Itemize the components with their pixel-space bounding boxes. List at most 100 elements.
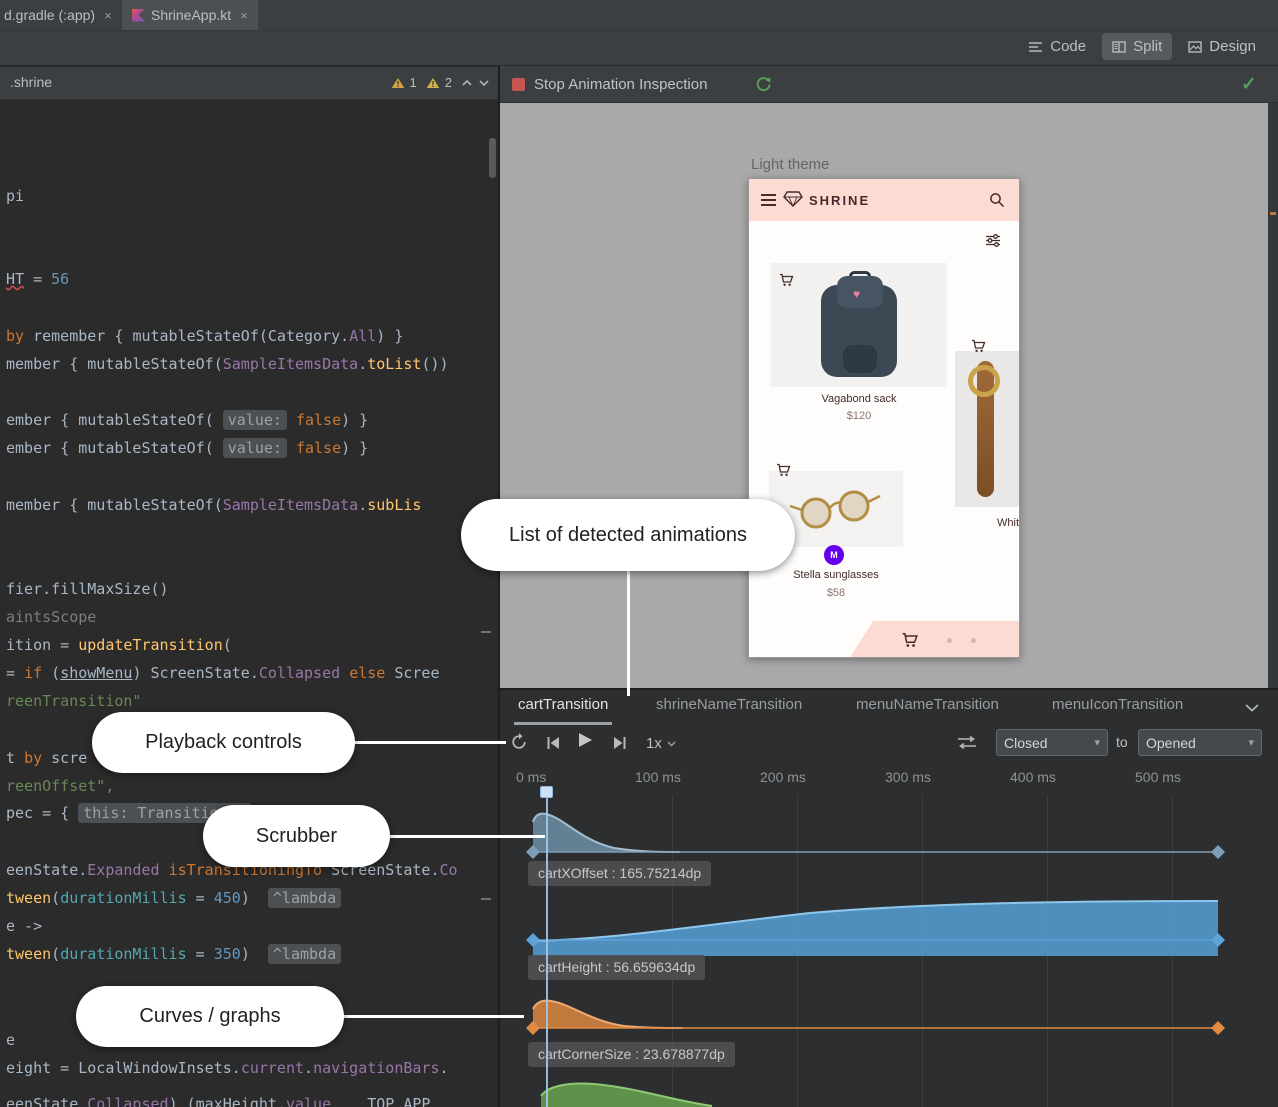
sunglasses-illustration xyxy=(784,486,888,532)
from-state-select[interactable]: Closed ▾ xyxy=(996,729,1108,756)
code-token: ) ( xyxy=(169,1095,196,1107)
split-view-button[interactable]: Split xyxy=(1102,33,1172,60)
add-to-cart-icon xyxy=(971,339,986,353)
code-token: ( xyxy=(214,355,223,373)
refresh-icon[interactable] xyxy=(755,76,772,93)
chevron-up-icon[interactable] xyxy=(461,79,473,87)
code-line: = if (showMenu) ScreenState.Collapsed el… xyxy=(6,663,440,683)
fold-mark xyxy=(481,631,491,633)
scrubber-handle[interactable] xyxy=(540,786,553,798)
code-view-button[interactable]: Code xyxy=(1018,33,1096,60)
code-token: tween xyxy=(6,889,51,907)
callout-detected-animations: List of detected animations xyxy=(461,499,795,571)
code-token: TOP APP xyxy=(331,1095,430,1107)
product-image-vagabond-sack xyxy=(771,263,947,387)
code-token: subLis xyxy=(367,496,421,514)
callout-connector xyxy=(389,835,545,838)
code-token: tween xyxy=(6,945,51,963)
code-token: value xyxy=(286,1095,331,1107)
code-token: . xyxy=(232,1059,241,1077)
callout-scrubber: Scrubber xyxy=(203,805,390,867)
mode-label: Code xyxy=(1050,38,1086,55)
chevron-down-icon[interactable] xyxy=(478,79,490,87)
editor-scrollbar[interactable] xyxy=(489,138,496,178)
cart-bottom-sheet[interactable] xyxy=(849,621,1020,658)
code-token: mutableStateOf xyxy=(132,327,258,345)
breadcrumb[interactable]: .shrine xyxy=(10,74,52,90)
stop-icon[interactable] xyxy=(512,78,525,91)
code-token: e -> xyxy=(6,917,42,935)
ruler-label: 200 ms xyxy=(760,769,806,785)
curve-partial xyxy=(500,1078,1278,1107)
curve-value-label: cartHeight : 56.659634dp xyxy=(528,955,705,980)
animation-tab-cartTransition[interactable]: cartTransition xyxy=(514,696,612,725)
code-token xyxy=(287,411,296,429)
tab-shrineapp[interactable]: ShrineApp.kt × xyxy=(122,0,258,30)
swap-states-icon[interactable] xyxy=(956,735,978,750)
code-token: mutableStateOf xyxy=(78,439,204,457)
code-token: scre xyxy=(42,749,87,767)
curve-value-label: cartCornerSize : 23.678877dp xyxy=(528,1042,735,1067)
product-price: $58 xyxy=(769,587,903,599)
dropdown-arrow-icon: ▾ xyxy=(1094,736,1100,749)
code-token: LocalWindowInsets xyxy=(78,1059,232,1077)
animation-tab-menuIconTransition[interactable]: menuIconTransition xyxy=(1048,696,1187,722)
scrubber-line[interactable] xyxy=(546,787,548,1107)
callout-connector xyxy=(627,570,630,696)
code-token: 350 xyxy=(214,945,241,963)
code-token: ( xyxy=(205,439,223,457)
menu-icon xyxy=(761,194,776,209)
tab-row-divider xyxy=(0,30,1278,31)
success-check-icon: ✓ xyxy=(1241,73,1257,96)
code-token: { xyxy=(69,496,87,514)
keyframe-diamond[interactable] xyxy=(1211,845,1225,859)
code-token: ( xyxy=(214,496,223,514)
code-token: ) } xyxy=(341,411,368,429)
code-token: pec = { xyxy=(6,804,78,822)
code-editor[interactable]: piHT = 56by remember { mutableStateOf(Ca… xyxy=(0,100,498,1107)
chevron-down-icon[interactable] xyxy=(1244,703,1260,712)
buckle-illustration xyxy=(968,365,1000,397)
animation-tab-shrineNameTransition[interactable]: shrineNameTransition xyxy=(652,696,806,722)
preview-scroll-strip[interactable] xyxy=(1268,103,1278,688)
code-token: navigationBars xyxy=(313,1059,439,1077)
product-name: Whit xyxy=(997,517,1020,529)
theme-label: Light theme xyxy=(751,156,829,173)
go-to-end-icon[interactable] xyxy=(612,736,627,750)
play-icon[interactable] xyxy=(576,731,594,749)
design-view-button[interactable]: Design xyxy=(1178,33,1266,60)
go-to-start-icon[interactable] xyxy=(546,736,561,750)
to-state-select[interactable]: Opened ▾ xyxy=(1138,729,1262,756)
code-token: ^lambda xyxy=(268,888,341,908)
close-icon[interactable]: × xyxy=(240,8,248,23)
tab-build-gradle[interactable]: d.gradle (:app) × xyxy=(0,0,122,30)
code-token: t xyxy=(6,749,24,767)
code-token: { xyxy=(60,411,78,429)
code-token: = xyxy=(187,889,214,907)
code-token: { xyxy=(69,355,87,373)
ruler-label: 0 ms xyxy=(516,769,546,785)
stop-animation-inspection-button[interactable]: Stop Animation Inspection xyxy=(534,76,707,93)
keyframe-diamond[interactable] xyxy=(1211,1021,1225,1035)
loop-playback-icon[interactable] xyxy=(510,733,528,751)
tab-label: ShrineApp.kt xyxy=(151,7,231,23)
code-token: eenState. xyxy=(6,861,87,879)
code-token: toList xyxy=(367,355,421,373)
code-line: t by scre xyxy=(6,748,87,768)
code-token: value: xyxy=(223,438,287,458)
cart-item-dot xyxy=(947,638,952,643)
preview-canvas: Light theme SHRINE ♥ Vagabond sack $120 xyxy=(500,103,1278,688)
to-label: to xyxy=(1116,734,1128,750)
playback-speed-select[interactable]: 1x xyxy=(646,735,676,752)
code-token: ember xyxy=(6,439,60,457)
close-icon[interactable]: × xyxy=(104,8,112,23)
code-line: reenTransition" xyxy=(6,691,141,711)
kotlin-file-icon xyxy=(132,9,145,22)
code-token: remember xyxy=(33,327,114,345)
code-token: ition = xyxy=(6,636,78,654)
inspections-widget[interactable]: 1 2 xyxy=(391,75,490,90)
animation-tab-menuNameTransition[interactable]: menuNameTransition xyxy=(852,696,1003,722)
code-line: e xyxy=(6,1030,15,1050)
cart-item-dot xyxy=(971,638,976,643)
code-token xyxy=(160,861,169,879)
